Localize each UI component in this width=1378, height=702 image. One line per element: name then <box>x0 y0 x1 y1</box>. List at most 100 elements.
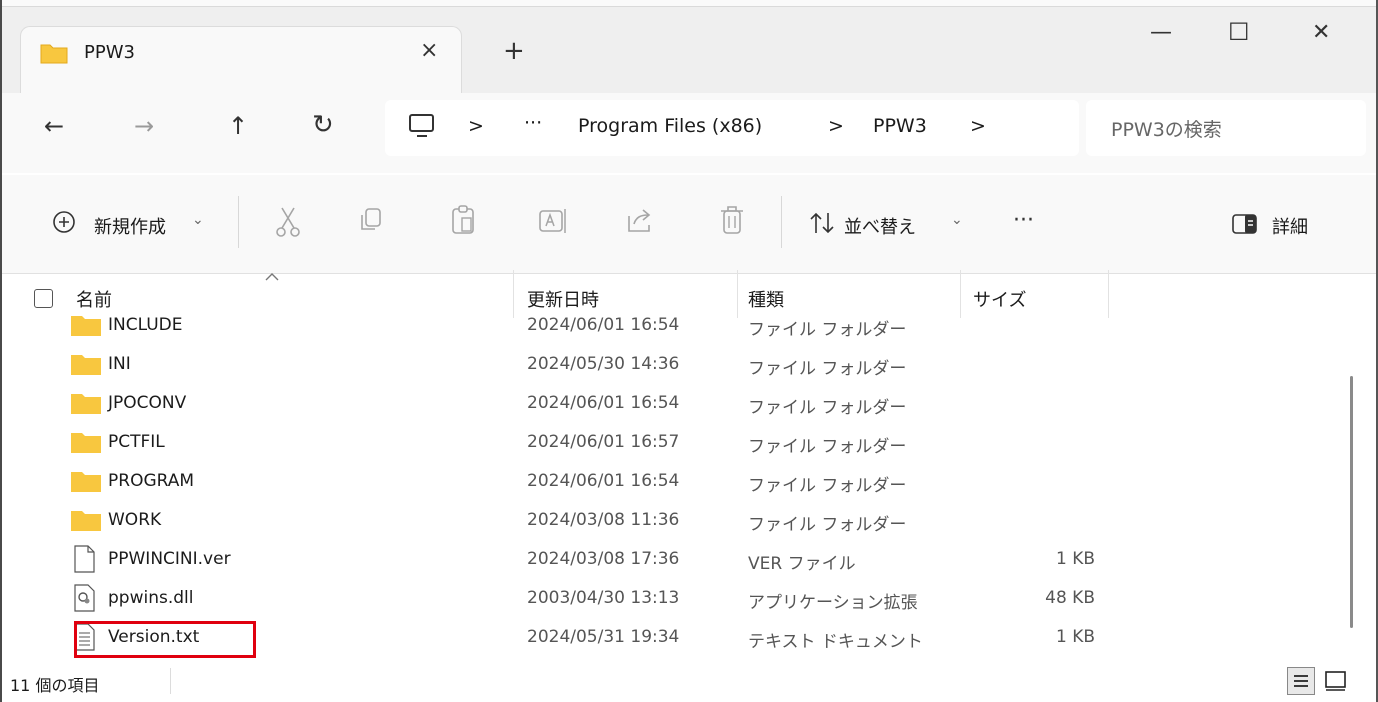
refresh-button[interactable]: ↻ <box>312 110 334 140</box>
cut-icon[interactable] <box>274 206 302 238</box>
sort-ascending-icon <box>264 272 280 282</box>
breadcrumb-separator[interactable]: > <box>970 115 986 137</box>
tab-title: PPW3 <box>84 42 135 63</box>
file-size: 1 KB <box>1055 549 1095 569</box>
folder-icon <box>70 391 102 415</box>
column-header-date[interactable]: 更新日時 <box>527 286 599 312</box>
file-date: 2024/05/31 19:34 <box>527 627 680 647</box>
plus-circle-icon <box>52 210 76 234</box>
column-header-name[interactable]: 名前 <box>76 286 112 312</box>
file-name: PCTFIL <box>108 432 165 452</box>
file-name: PPWINCINI.ver <box>108 549 231 569</box>
top-edge <box>0 0 1378 7</box>
column-header-size[interactable]: サイズ <box>973 286 1026 312</box>
file-name: INCLUDE <box>108 316 183 335</box>
file-date: 2024/06/01 16:54 <box>527 471 680 491</box>
chevron-down-icon: ⌄ <box>951 212 963 228</box>
copy-icon[interactable] <box>356 206 384 236</box>
paste-icon[interactable] <box>450 204 478 236</box>
breadcrumb-separator[interactable]: > <box>828 115 844 137</box>
more-options-button[interactable]: ··· <box>1013 208 1034 233</box>
breadcrumb-more-button[interactable]: ··· <box>524 112 542 134</box>
details-button[interactable]: 詳細 <box>1272 213 1308 239</box>
computer-icon <box>408 112 436 140</box>
delete-icon[interactable] <box>718 204 746 236</box>
folder-icon <box>70 352 102 376</box>
list-item[interactable]: INI 2024/05/30 14:36 ファイル フォルダー <box>40 346 1340 385</box>
folder-icon <box>70 430 102 454</box>
share-icon[interactable] <box>626 206 656 236</box>
file-type: ファイル フォルダー <box>748 320 907 340</box>
file-name: PROGRAM <box>108 471 195 491</box>
file-date: 2003/04/30 13:13 <box>527 588 680 608</box>
column-divider[interactable] <box>960 270 961 318</box>
large-icons-view-button[interactable] <box>1322 668 1350 694</box>
tiles-view-icon <box>1325 671 1346 691</box>
vertical-scrollbar[interactable] <box>1350 376 1353 628</box>
file-type: ファイル フォルダー <box>748 398 907 418</box>
details-pane-icon <box>1232 214 1258 234</box>
chevron-down-icon: ⌄ <box>192 212 204 228</box>
file-type: ファイル フォルダー <box>748 515 907 535</box>
highlight-box <box>74 621 256 658</box>
file-type: テキスト ドキュメント <box>748 632 923 652</box>
file-date: 2024/03/08 17:36 <box>527 549 680 569</box>
file-name: ppwins.dll <box>108 588 194 608</box>
file-date: 2024/03/08 11:36 <box>527 510 680 530</box>
list-item[interactable]: WORK 2024/03/08 11:36 ファイル フォルダー <box>40 502 1340 541</box>
command-bar <box>0 175 1378 274</box>
list-item[interactable]: JPOCONV 2024/06/01 16:54 ファイル フォルダー <box>40 385 1340 424</box>
folder-icon <box>40 42 68 64</box>
column-divider[interactable] <box>513 270 514 318</box>
rename-icon[interactable] <box>538 206 568 236</box>
file-type: ファイル フォルダー <box>748 359 907 379</box>
column-header-type[interactable]: 種類 <box>748 286 784 312</box>
item-count: 11 個の項目 <box>10 676 100 695</box>
forward-button[interactable]: → <box>134 112 154 140</box>
file-name: INI <box>108 354 131 374</box>
new-tab-button[interactable]: + <box>503 36 525 66</box>
list-item[interactable]: PCTFIL 2024/06/01 16:57 ファイル フォルダー <box>40 424 1340 463</box>
details-view-icon <box>1294 675 1308 687</box>
sort-button[interactable]: 並べ替え <box>844 213 916 239</box>
new-button[interactable]: 新規作成 <box>94 213 166 239</box>
file-date: 2024/06/01 16:54 <box>527 316 680 335</box>
divider <box>238 196 239 248</box>
select-all-checkbox[interactable] <box>34 289 53 308</box>
file-icon <box>74 545 96 573</box>
column-divider[interactable] <box>737 270 738 318</box>
file-size: 48 KB <box>1045 588 1095 608</box>
back-button[interactable]: ← <box>44 112 64 140</box>
list-item[interactable]: PPWINCINI.ver 2024/03/08 17:36 VER ファイル … <box>40 541 1340 580</box>
sort-icon <box>809 211 835 235</box>
close-button[interactable]: ✕ <box>1312 20 1330 45</box>
file-type: ファイル フォルダー <box>748 437 907 457</box>
breadcrumb-program-files[interactable]: Program Files (x86) <box>578 115 762 137</box>
folder-icon <box>70 469 102 493</box>
file-name: JPOCONV <box>108 393 187 413</box>
up-button[interactable]: ↑ <box>228 112 248 140</box>
file-date: 2024/06/01 16:54 <box>527 393 680 413</box>
breadcrumb-separator[interactable]: > <box>468 115 484 137</box>
list-item[interactable]: INCLUDE 2024/06/01 16:54 ファイル フォルダー <box>40 316 1340 346</box>
list-item[interactable]: ppwins.dll 2003/04/30 13:13 アプリケーション拡張 4… <box>40 580 1340 619</box>
file-type: アプリケーション拡張 <box>748 593 918 613</box>
file-type: ファイル フォルダー <box>748 476 907 496</box>
file-list: INCLUDE 2024/06/01 16:54 ファイル フォルダー INI … <box>0 316 1378 660</box>
status-bar <box>0 662 1378 702</box>
breadcrumb-ppw3[interactable]: PPW3 <box>873 115 927 137</box>
file-type: VER ファイル <box>748 554 856 574</box>
folder-icon <box>70 508 102 532</box>
details-view-button[interactable] <box>1287 667 1315 695</box>
folder-icon <box>70 316 102 337</box>
file-date: 2024/06/01 16:57 <box>527 432 680 452</box>
search-input[interactable]: PPW3の検索 <box>1111 115 1222 142</box>
maximize-button[interactable]: ☐ <box>1228 18 1250 46</box>
file-name: WORK <box>108 510 162 530</box>
tab-close-button[interactable]: × <box>420 38 438 63</box>
list-item[interactable]: PROGRAM 2024/06/01 16:54 ファイル フォルダー <box>40 463 1340 502</box>
column-divider[interactable] <box>1108 270 1109 318</box>
file-size: 1 KB <box>1055 627 1095 647</box>
divider <box>781 196 782 248</box>
minimize-button[interactable]: — <box>1150 20 1172 45</box>
